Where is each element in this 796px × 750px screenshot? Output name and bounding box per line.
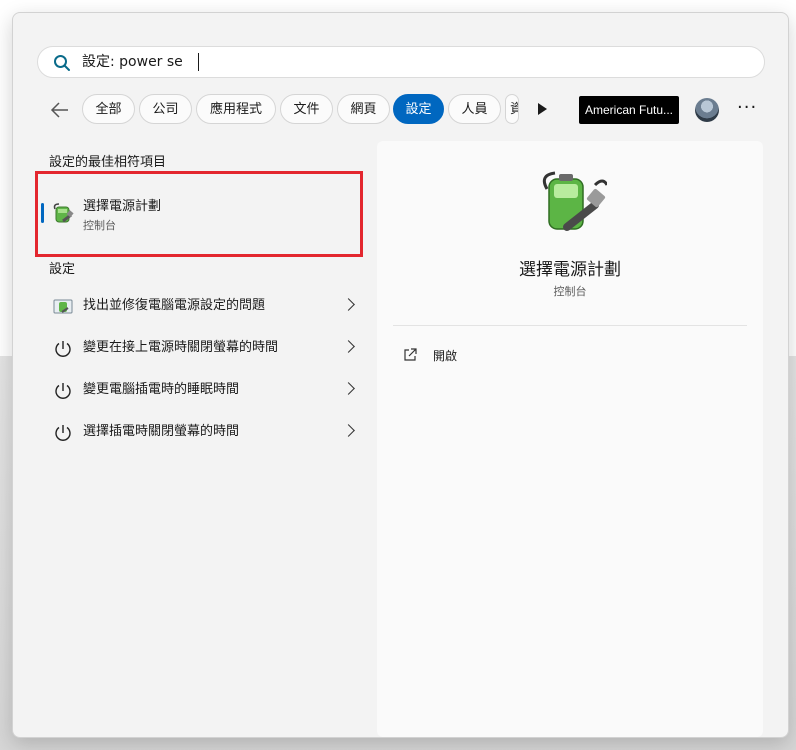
search-input[interactable]: 設定: power se [82, 53, 183, 71]
result-label: 找出並修復電腦電源設定的問題 [83, 298, 266, 313]
chevron-right-icon [342, 340, 355, 353]
best-match-result[interactable]: 選擇電源計劃 控制台 [37, 173, 361, 255]
more-options-icon[interactable]: ··· [737, 99, 757, 117]
search-icon [54, 55, 70, 71]
open-label: 開啟 [433, 349, 458, 363]
details-title: 選擇電源計劃 [519, 260, 621, 280]
troubleshoot-icon [53, 299, 73, 314]
text-caret [198, 53, 199, 71]
best-match-heading: 設定的最佳相符項目 [49, 155, 167, 170]
chevron-right-icon [342, 424, 355, 437]
open-button[interactable]: 開啟 [403, 346, 503, 368]
power-icon [55, 341, 71, 357]
result-label: 變更電腦插電時的睡眠時間 [83, 382, 240, 397]
open-external-icon [404, 348, 417, 361]
promo-banner[interactable]: American Futu... [579, 96, 679, 124]
details-pane: 選擇電源計劃 控制台 開啟 [377, 141, 763, 737]
result-label: 變更在接上電源時關閉螢幕的時間 [83, 340, 279, 355]
best-match-title: 選擇電源計劃 [83, 199, 162, 214]
power-icon [55, 383, 71, 399]
tab-documents[interactable]: 文件 [280, 94, 333, 124]
selection-indicator [41, 203, 44, 223]
divider [393, 325, 747, 326]
chevron-right-icon [342, 382, 355, 395]
tab-people[interactable]: 人員 [448, 94, 501, 124]
search-box[interactable]: 設定: power se [37, 46, 765, 78]
best-match-subtitle: 控制台 [83, 219, 116, 232]
list-item[interactable]: 找出並修復電腦電源設定的問題 [37, 287, 361, 325]
chevron-right-icon [342, 298, 355, 311]
search-panel: 設定: power se 全部 公司 應用程式 文件 網頁 設定 人員 資 Am… [12, 12, 789, 738]
back-arrow-icon[interactable] [49, 99, 71, 121]
list-item[interactable]: 變更電腦插電時的睡眠時間 [37, 371, 361, 409]
tab-apps[interactable]: 應用程式 [196, 94, 276, 124]
power-options-icon [53, 203, 74, 223]
avatar[interactable] [695, 98, 719, 122]
details-subtitle: 控制台 [553, 285, 587, 298]
result-label: 選擇插電時關閉螢幕的時間 [83, 424, 240, 439]
settings-heading: 設定 [49, 262, 76, 277]
scroll-tabs-right-icon[interactable] [538, 103, 547, 115]
tab-settings[interactable]: 設定 [393, 94, 444, 124]
power-icon [55, 425, 71, 441]
tab-folders[interactable]: 資 [505, 94, 519, 124]
tab-work[interactable]: 公司 [139, 94, 192, 124]
tab-all[interactable]: 全部 [82, 94, 135, 124]
list-item[interactable]: 選擇插電時關閉螢幕的時間 [37, 413, 361, 451]
power-options-icon [542, 171, 607, 231]
tab-web[interactable]: 網頁 [337, 94, 390, 124]
list-item[interactable]: 變更在接上電源時關閉螢幕的時間 [37, 329, 361, 367]
